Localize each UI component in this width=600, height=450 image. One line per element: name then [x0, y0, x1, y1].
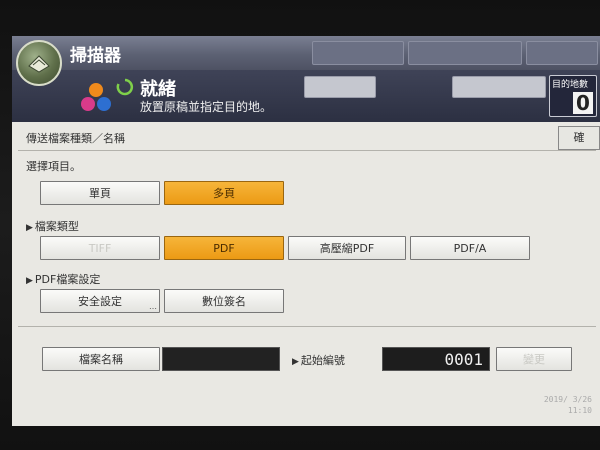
- select-items-label: 選擇項目。: [26, 160, 81, 173]
- pdf-settings-label: PDF檔案設定: [34, 273, 101, 286]
- color-mode-icon: [81, 83, 111, 111]
- clock: 2019/ 3/26 11:10: [544, 394, 592, 416]
- pdf-label: PDF: [213, 241, 235, 255]
- status-message: 放置原稿並指定目的地。: [140, 100, 273, 114]
- ok-button[interactable]: 確: [558, 126, 600, 150]
- destination-counter: 目的地數 0: [549, 75, 597, 117]
- destination-label: 目的地數: [552, 80, 589, 90]
- file-name-button-label: 檔案名稱: [79, 353, 123, 366]
- tiff-label: TIFF: [88, 241, 112, 255]
- clock-date: 2019/ 3/26: [543, 395, 592, 404]
- pdfa-button[interactable]: PDF/A: [410, 236, 530, 260]
- pdf-button[interactable]: PDF: [164, 236, 284, 260]
- pdfa-label: PDF/A: [453, 241, 487, 255]
- file-type-label: 檔案類型: [34, 220, 79, 233]
- bottom-divider: [18, 326, 596, 327]
- multi-page-button[interactable]: 多頁: [164, 181, 284, 205]
- ready-icon: [116, 78, 134, 96]
- change-label: 變更: [523, 353, 545, 366]
- title-bar: 掃描器: [12, 36, 600, 70]
- triangle-icon: ▶: [26, 223, 33, 233]
- touch-screen: 掃描器 就緒 放置原稿並指定目的地。 目的地數 0 傳送檔案種類／名稱 確 選擇…: [12, 36, 600, 426]
- file-name-field[interactable]: [162, 347, 280, 371]
- digital-signature-label: 數位簽名: [202, 295, 246, 308]
- digital-signature-button[interactable]: 數位簽名: [164, 289, 284, 313]
- security-settings-label: 安全設定: [78, 295, 122, 308]
- scanner-icon: [16, 40, 62, 86]
- status-action-button-2[interactable]: [452, 76, 546, 98]
- pdf-settings-heading: ▶ PDF檔案設定: [26, 271, 100, 287]
- compressed-pdf-button[interactable]: 高壓縮PDF: [288, 236, 406, 260]
- single-page-button[interactable]: 單頁: [40, 181, 160, 205]
- destination-count: 0: [573, 92, 593, 114]
- triangle-icon: ▶: [292, 357, 299, 367]
- multi-page-label: 多頁: [213, 187, 235, 200]
- status-action-button-1[interactable]: [304, 76, 376, 98]
- start-number-field: 0001: [382, 347, 490, 371]
- start-number-heading: ▶ 起始編號: [292, 352, 345, 368]
- app-title: 掃描器: [70, 46, 121, 66]
- file-name-button[interactable]: 檔案名稱: [42, 347, 160, 371]
- more-icon: …: [149, 302, 157, 311]
- single-page-label: 單頁: [89, 187, 111, 200]
- triangle-icon: ▶: [26, 276, 33, 286]
- status-bar: 就緒 放置原稿並指定目的地。 目的地數 0: [12, 70, 600, 122]
- top-tab-1: [312, 41, 404, 65]
- file-type-heading: ▶ 檔案類型: [26, 218, 79, 234]
- security-settings-button[interactable]: 安全設定 …: [40, 289, 160, 313]
- start-number-label: 起始編號: [300, 354, 345, 367]
- top-tab-3: [526, 41, 598, 65]
- panel-title: 傳送檔案種類／名稱: [26, 132, 125, 145]
- top-tab-2: [408, 41, 522, 65]
- clock-time: 11:10: [567, 406, 592, 415]
- tiff-button[interactable]: TIFF: [40, 236, 160, 260]
- change-button[interactable]: 變更: [496, 347, 572, 371]
- title-divider: [18, 150, 596, 151]
- compressed-pdf-label: 高壓縮PDF: [319, 242, 375, 255]
